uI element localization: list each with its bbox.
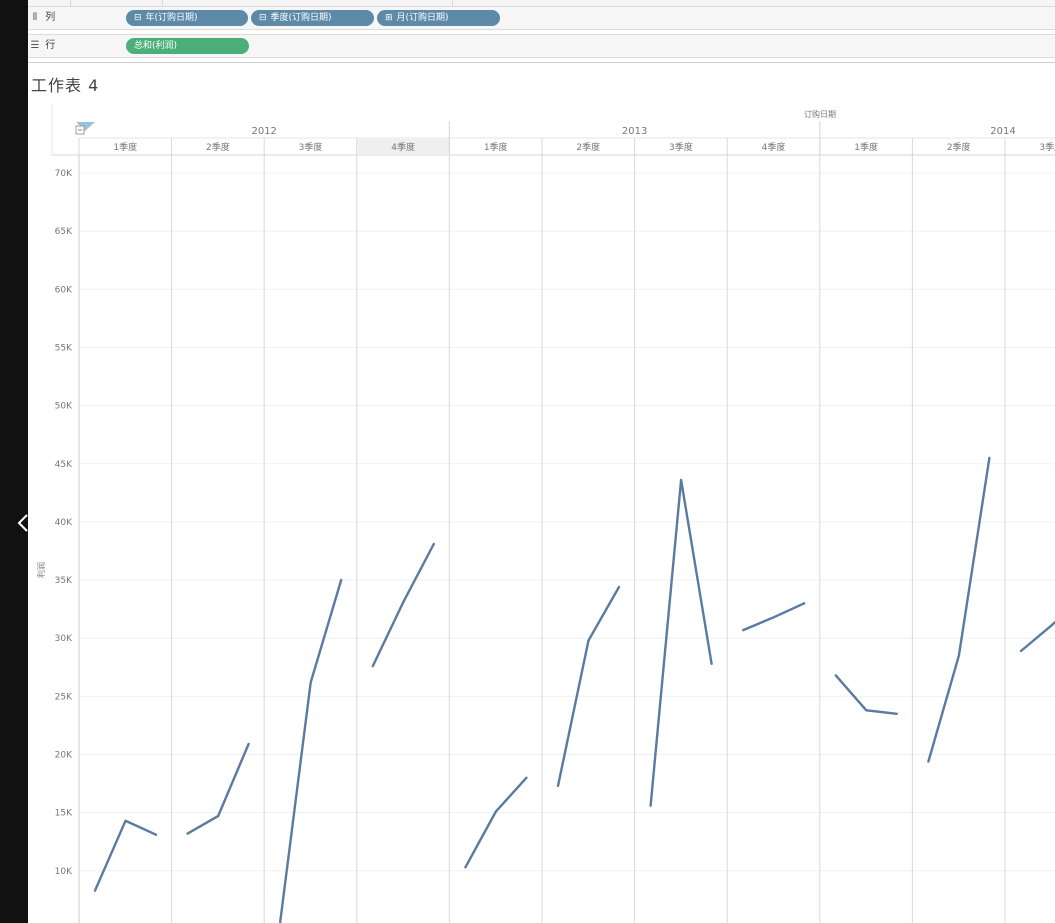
y-tick-label: 50K xyxy=(55,402,73,412)
quarter-label: 1季度 xyxy=(113,141,137,153)
year-label-2013: 2013 xyxy=(622,126,647,137)
y-tick-label: 60K xyxy=(55,285,73,295)
quarter-label: 3季度 xyxy=(1039,141,1055,153)
profit-line-2013 1季度 xyxy=(464,776,528,869)
profit-line-2012 4季度 xyxy=(371,542,435,668)
year-label-2012: 2012 xyxy=(251,126,276,137)
quarter-label: 1季度 xyxy=(484,141,508,153)
y-axis-title: 利润 xyxy=(36,562,46,578)
y-tick-label: 55K xyxy=(55,343,73,353)
y-tick-label: 40K xyxy=(55,518,73,528)
y-tick-label: 65K xyxy=(55,227,73,237)
y-tick-label: 70K xyxy=(55,169,73,179)
profit-line-2012 2季度 xyxy=(186,742,250,835)
quarter-label: 1季度 xyxy=(854,141,878,153)
profit-line-2014 1季度 xyxy=(834,674,898,715)
y-tick-label: 30K xyxy=(55,634,73,644)
quarter-label: 4季度 xyxy=(762,141,786,153)
quarter-label: 2季度 xyxy=(206,141,230,153)
profit-line-2013 4季度 xyxy=(742,602,806,632)
y-tick-label: 25K xyxy=(55,692,73,702)
profit-line-2013 2季度 xyxy=(556,585,621,788)
y-tick-label: 15K xyxy=(55,809,73,819)
year-label-2014: 2014 xyxy=(990,126,1015,137)
profit-line-2013 3季度 xyxy=(649,478,713,807)
profit-line-2014 2季度 xyxy=(927,456,991,763)
quarter-label: 2季度 xyxy=(947,141,971,153)
quarter-label: 3季度 xyxy=(299,141,323,153)
profit-line-chart: 订购日期 2012 2013 2014 1季度 2季度 3季度 4季度 1季度 2季度 3季度 4季度… xyxy=(36,104,1055,923)
y-tick-label: 10K xyxy=(55,867,73,877)
y-tick-label: 45K xyxy=(55,460,73,470)
header-title-order-date: 订购日期 xyxy=(804,109,836,119)
quarter-label: 2季度 xyxy=(576,141,600,153)
y-tick-label: 20K xyxy=(55,751,73,761)
quarter-label: 3季度 xyxy=(669,141,693,153)
profit-line-2014 3季度 xyxy=(1019,620,1055,653)
quarter-label: 4季度 xyxy=(391,141,415,153)
y-tick-label: 35K xyxy=(55,576,73,586)
profit-line-2012 1季度 xyxy=(93,819,158,892)
